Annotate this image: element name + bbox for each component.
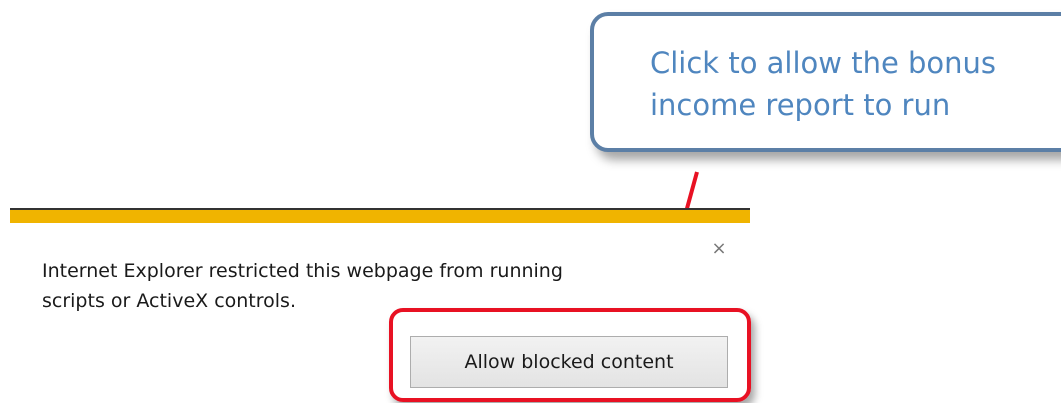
callout-text: Click to allow the bonus income report t… <box>650 42 1050 126</box>
callout-box: Click to allow the bonus income report t… <box>590 12 1061 152</box>
notification-warning-stripe <box>10 210 750 223</box>
notification-message: Internet Explorer restricted this webpag… <box>42 256 652 316</box>
close-icon[interactable]: × <box>709 239 729 259</box>
allow-blocked-content-button[interactable]: Allow blocked content <box>410 336 728 388</box>
notification-message-line1: Internet Explorer restricted this webpag… <box>42 260 563 282</box>
callout-text-line1: Click to allow the bonus <box>650 46 997 80</box>
callout-text-line2: income report to run <box>650 88 951 122</box>
